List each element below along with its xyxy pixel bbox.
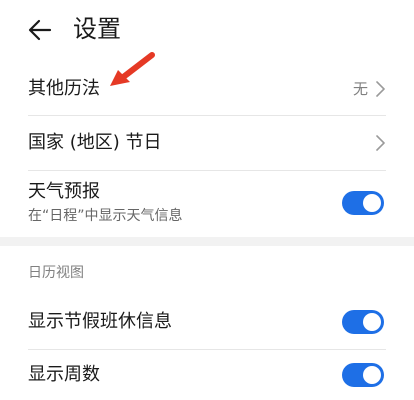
holidays-row[interactable]: 国家 (地区) 节日 [0,116,414,170]
app-bar: 设置 [0,0,414,62]
show-week-number-label: 显示周数 [28,364,100,385]
page-title: 设置 [73,15,121,43]
show-week-number-toggle[interactable] [342,363,384,387]
weather-toggle[interactable] [342,191,384,215]
weather-row[interactable]: 天气预报 在“日程”中显示天气信息 [0,171,414,235]
other-calendar-label: 其他历法 [28,78,100,99]
show-holiday-info-label: 显示节假班休信息 [28,311,172,332]
show-week-number-row[interactable]: 显示周数 [0,350,414,400]
other-calendar-row[interactable]: 其他历法 无 [0,62,414,114]
toggle-knob [363,194,381,212]
calendar-view-section-title: 日历视图 [28,265,84,281]
other-calendar-value: 无 [352,80,368,98]
holidays-label: 国家 (地区) 节日 [28,132,162,153]
show-holiday-info-row[interactable]: 显示节假班休信息 [0,296,414,348]
settings-screen: 设置 其他历法 无 国家 (地区) 节日 天气预报 在“日程”中显示天气信息 日… [0,0,414,400]
weather-subtitle: 在“日程”中显示天气信息 [28,208,183,224]
weather-label: 天气预报 [28,181,100,202]
chevron-right-icon [376,135,385,151]
show-holiday-info-toggle[interactable] [342,310,384,334]
toggle-knob [363,313,381,331]
toggle-knob [363,366,381,384]
annotation-arrow-icon [110,52,155,86]
chevron-right-icon [376,81,385,97]
section-separator [0,237,414,246]
arrow-left-icon[interactable] [26,16,54,44]
